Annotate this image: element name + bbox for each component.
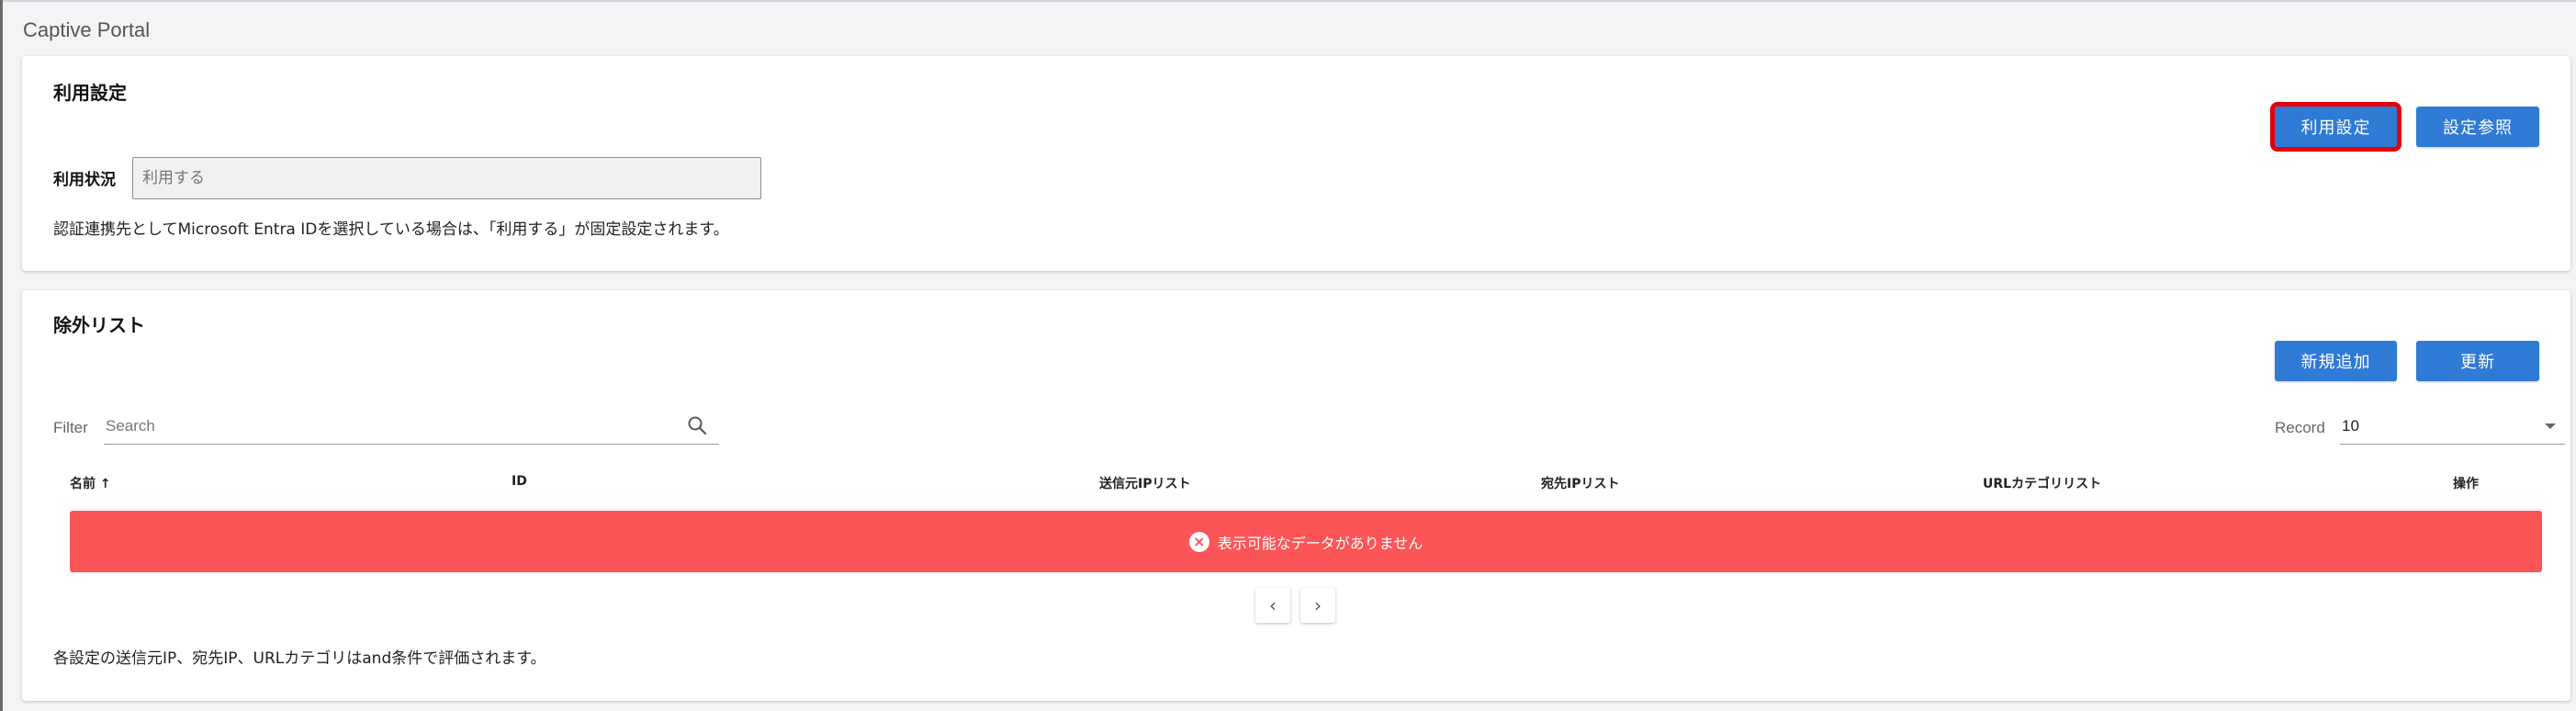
search-icon[interactable] <box>686 414 708 436</box>
add-new-button[interactable]: 新規追加 <box>2275 341 2397 381</box>
refresh-button[interactable]: 更新 <box>2416 341 2539 381</box>
column-header-name[interactable]: 名前 ↑ <box>70 474 111 492</box>
filter-label: Filter <box>53 419 88 436</box>
chevron-right-icon: › <box>1314 594 1322 616</box>
record-select[interactable]: 10 <box>2340 406 2565 445</box>
page-title: Captive Portal <box>23 18 151 41</box>
usage-note: 認証連携先としてMicrosoft Entra IDを選択している場合は、「利用… <box>53 220 729 239</box>
record-value: 10 <box>2342 417 2359 434</box>
column-header-dest-ip[interactable]: 宛先IPリスト <box>1541 474 1619 492</box>
left-border <box>0 0 3 711</box>
usage-status-field[interactable] <box>132 157 761 199</box>
top-border <box>0 0 2576 2</box>
column-header-source-ip[interactable]: 送信元IPリスト <box>1099 474 1190 492</box>
empty-message: 表示可能なデータがありません <box>1217 534 1423 552</box>
chevron-left-icon: ‹ <box>1269 594 1277 616</box>
error-circle-icon: × <box>1188 531 1209 552</box>
prev-page-button[interactable]: ‹ <box>1255 588 1290 623</box>
usage-settings-title: 利用設定 <box>53 82 127 104</box>
exclusion-list-card: 除外リスト 新規追加 更新 Filter Record 10 名前 ↑ ID 送… <box>22 290 2570 701</box>
dropdown-caret-icon <box>2545 423 2556 429</box>
column-header-id[interactable]: ID <box>512 474 527 489</box>
exclusion-note: 各設定の送信元IP、宛先IP、URLカテゴリはand条件で評価されます。 <box>53 649 546 668</box>
usage-settings-button[interactable]: 利用設定 <box>2270 102 2402 152</box>
exclusion-list-title: 除外リスト <box>53 314 145 336</box>
empty-data-banner: × 表示可能なデータがありません <box>70 511 2542 572</box>
search-box <box>104 406 719 445</box>
table-divider <box>70 509 2542 510</box>
column-header-url-category[interactable]: URLカテゴリリスト <box>1983 474 2101 492</box>
column-header-actions: 操作 <box>2453 477 2479 491</box>
usage-settings-card: 利用設定 利用設定 設定参照 利用状況 認証連携先としてMicrosoft En… <box>22 56 2570 271</box>
record-label: Record <box>2275 419 2325 436</box>
search-input[interactable] <box>106 413 657 439</box>
next-page-button[interactable]: › <box>1300 588 1335 623</box>
usage-status-label: 利用状況 <box>53 171 116 189</box>
view-settings-button[interactable]: 設定参照 <box>2416 107 2539 147</box>
